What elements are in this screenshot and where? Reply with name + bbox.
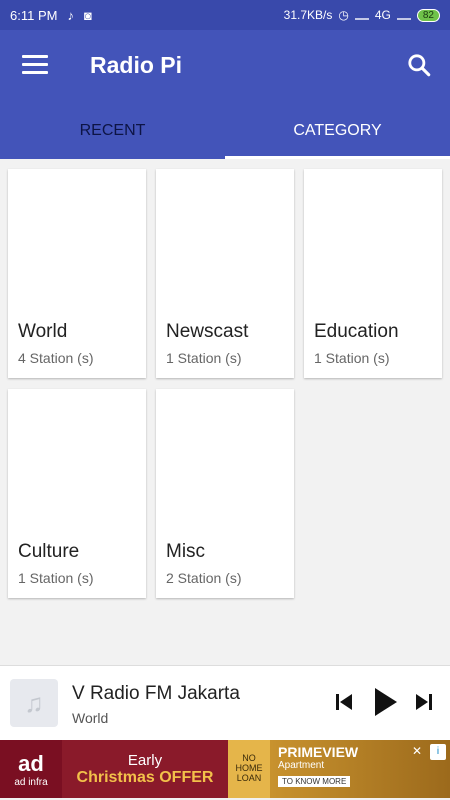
- status-left: 6:11 PM ♪ ◙: [10, 8, 92, 23]
- player-subtitle: World: [72, 710, 109, 726]
- menu-icon[interactable]: [22, 55, 48, 75]
- ad-logo-text: ad: [18, 750, 44, 776]
- network-type: 4G: [374, 8, 391, 22]
- category-card-world[interactable]: World 4 Station (s): [8, 169, 146, 378]
- status-bar: 6:11 PM ♪ ◙ 31.7KB/s ◷ 4G 82: [0, 0, 450, 30]
- status-right: 31.7KB/s ◷ 4G 82: [284, 8, 440, 22]
- category-name: World: [18, 321, 68, 342]
- search-icon[interactable]: [406, 52, 432, 78]
- alarm-icon: ◷: [338, 8, 349, 22]
- close-icon[interactable]: ✕: [412, 744, 426, 758]
- category-name: Culture: [18, 541, 80, 562]
- category-card-newscast[interactable]: Newscast 1 Station (s): [156, 169, 294, 378]
- ad-logo-sub: ad infra: [14, 776, 48, 788]
- skip-previous-icon[interactable]: [334, 692, 354, 712]
- ad-logo: ad ad infra: [0, 740, 62, 798]
- category-card-culture[interactable]: Culture 1 Station (s): [8, 389, 146, 598]
- player-title: V Radio FM Jakarta: [72, 683, 240, 704]
- ad-prime: PRIMEVIEW Apartment TO KNOW MORE ✕ i: [270, 740, 450, 798]
- category-count: 1 Station (s): [18, 570, 94, 586]
- category-count: 1 Station (s): [314, 350, 390, 366]
- ad-offer: Early Christmas OFFER: [62, 740, 228, 798]
- music-note-icon: ♫: [10, 679, 58, 727]
- info-icon[interactable]: i: [430, 744, 446, 760]
- ad-noloan: NO HOME LOAN: [228, 740, 270, 798]
- android-icon: ◙: [83, 7, 92, 23]
- tab-category-label: CATEGORY: [293, 121, 382, 139]
- category-count: 2 Station (s): [166, 570, 242, 586]
- play-icon[interactable]: [372, 687, 398, 717]
- app-bar: Radio Pi: [0, 30, 450, 102]
- skip-next-icon[interactable]: [414, 692, 434, 712]
- battery-icon: 82: [416, 8, 440, 22]
- signal-icon: [354, 10, 369, 20]
- ad-banner[interactable]: ad ad infra Early Christmas OFFER NO HOM…: [0, 740, 450, 798]
- category-card-misc[interactable]: Misc 2 Station (s): [156, 389, 294, 598]
- category-name: Newscast: [166, 321, 249, 342]
- category-name: Misc: [166, 541, 206, 562]
- ad-prime-cta: TO KNOW MORE: [278, 776, 351, 787]
- page-title: Radio Pi: [90, 52, 183, 78]
- ad-offer-line2: Christmas OFFER: [76, 768, 214, 786]
- signal2-icon: [396, 10, 411, 20]
- tab-bar: RECENT CATEGORY: [0, 102, 450, 159]
- tab-recent[interactable]: RECENT: [0, 102, 225, 159]
- status-time: 6:11 PM: [10, 7, 58, 23]
- category-count: 1 Station (s): [166, 350, 242, 366]
- now-playing-bar[interactable]: ♫ V Radio FM Jakarta World: [0, 665, 450, 740]
- music-note-icon: ♪: [67, 7, 74, 23]
- ad-prime-sub: Apartment: [278, 760, 325, 771]
- category-name: Education: [314, 321, 399, 342]
- network-speed: 31.7KB/s: [283, 8, 333, 22]
- ad-offer-line1: Early: [127, 751, 163, 769]
- category-card-education[interactable]: Education 1 Station (s): [304, 169, 442, 378]
- tab-category[interactable]: CATEGORY: [225, 102, 450, 159]
- tab-recent-label: RECENT: [79, 121, 146, 139]
- category-count: 4 Station (s): [18, 350, 94, 366]
